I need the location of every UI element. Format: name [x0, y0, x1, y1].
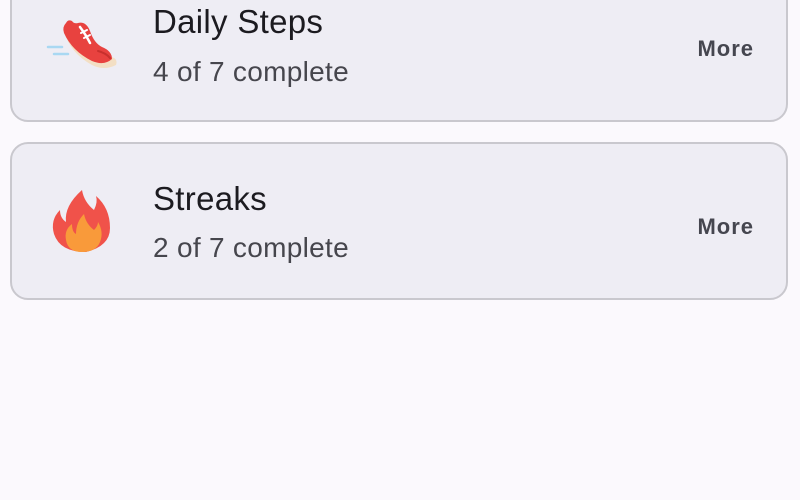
flame-icon [46, 184, 118, 256]
running-shoe-icon [46, 9, 118, 81]
card-streaks[interactable]: Streaks 2 of 7 complete More [10, 142, 788, 300]
more-button[interactable]: More [687, 30, 764, 68]
card-progress-text: 4 of 7 complete [153, 56, 349, 87]
card-daily-steps[interactable]: Daily Steps 4 of 7 complete More [10, 0, 788, 122]
card-progress-text: 2 of 7 complete [153, 232, 349, 263]
more-button[interactable]: More [687, 208, 764, 246]
card-title: Streaks [153, 180, 267, 217]
achievement-list: Daily Steps 4 of 7 complete More Streaks… [0, 0, 800, 500]
card-title: Daily Steps [153, 3, 324, 40]
